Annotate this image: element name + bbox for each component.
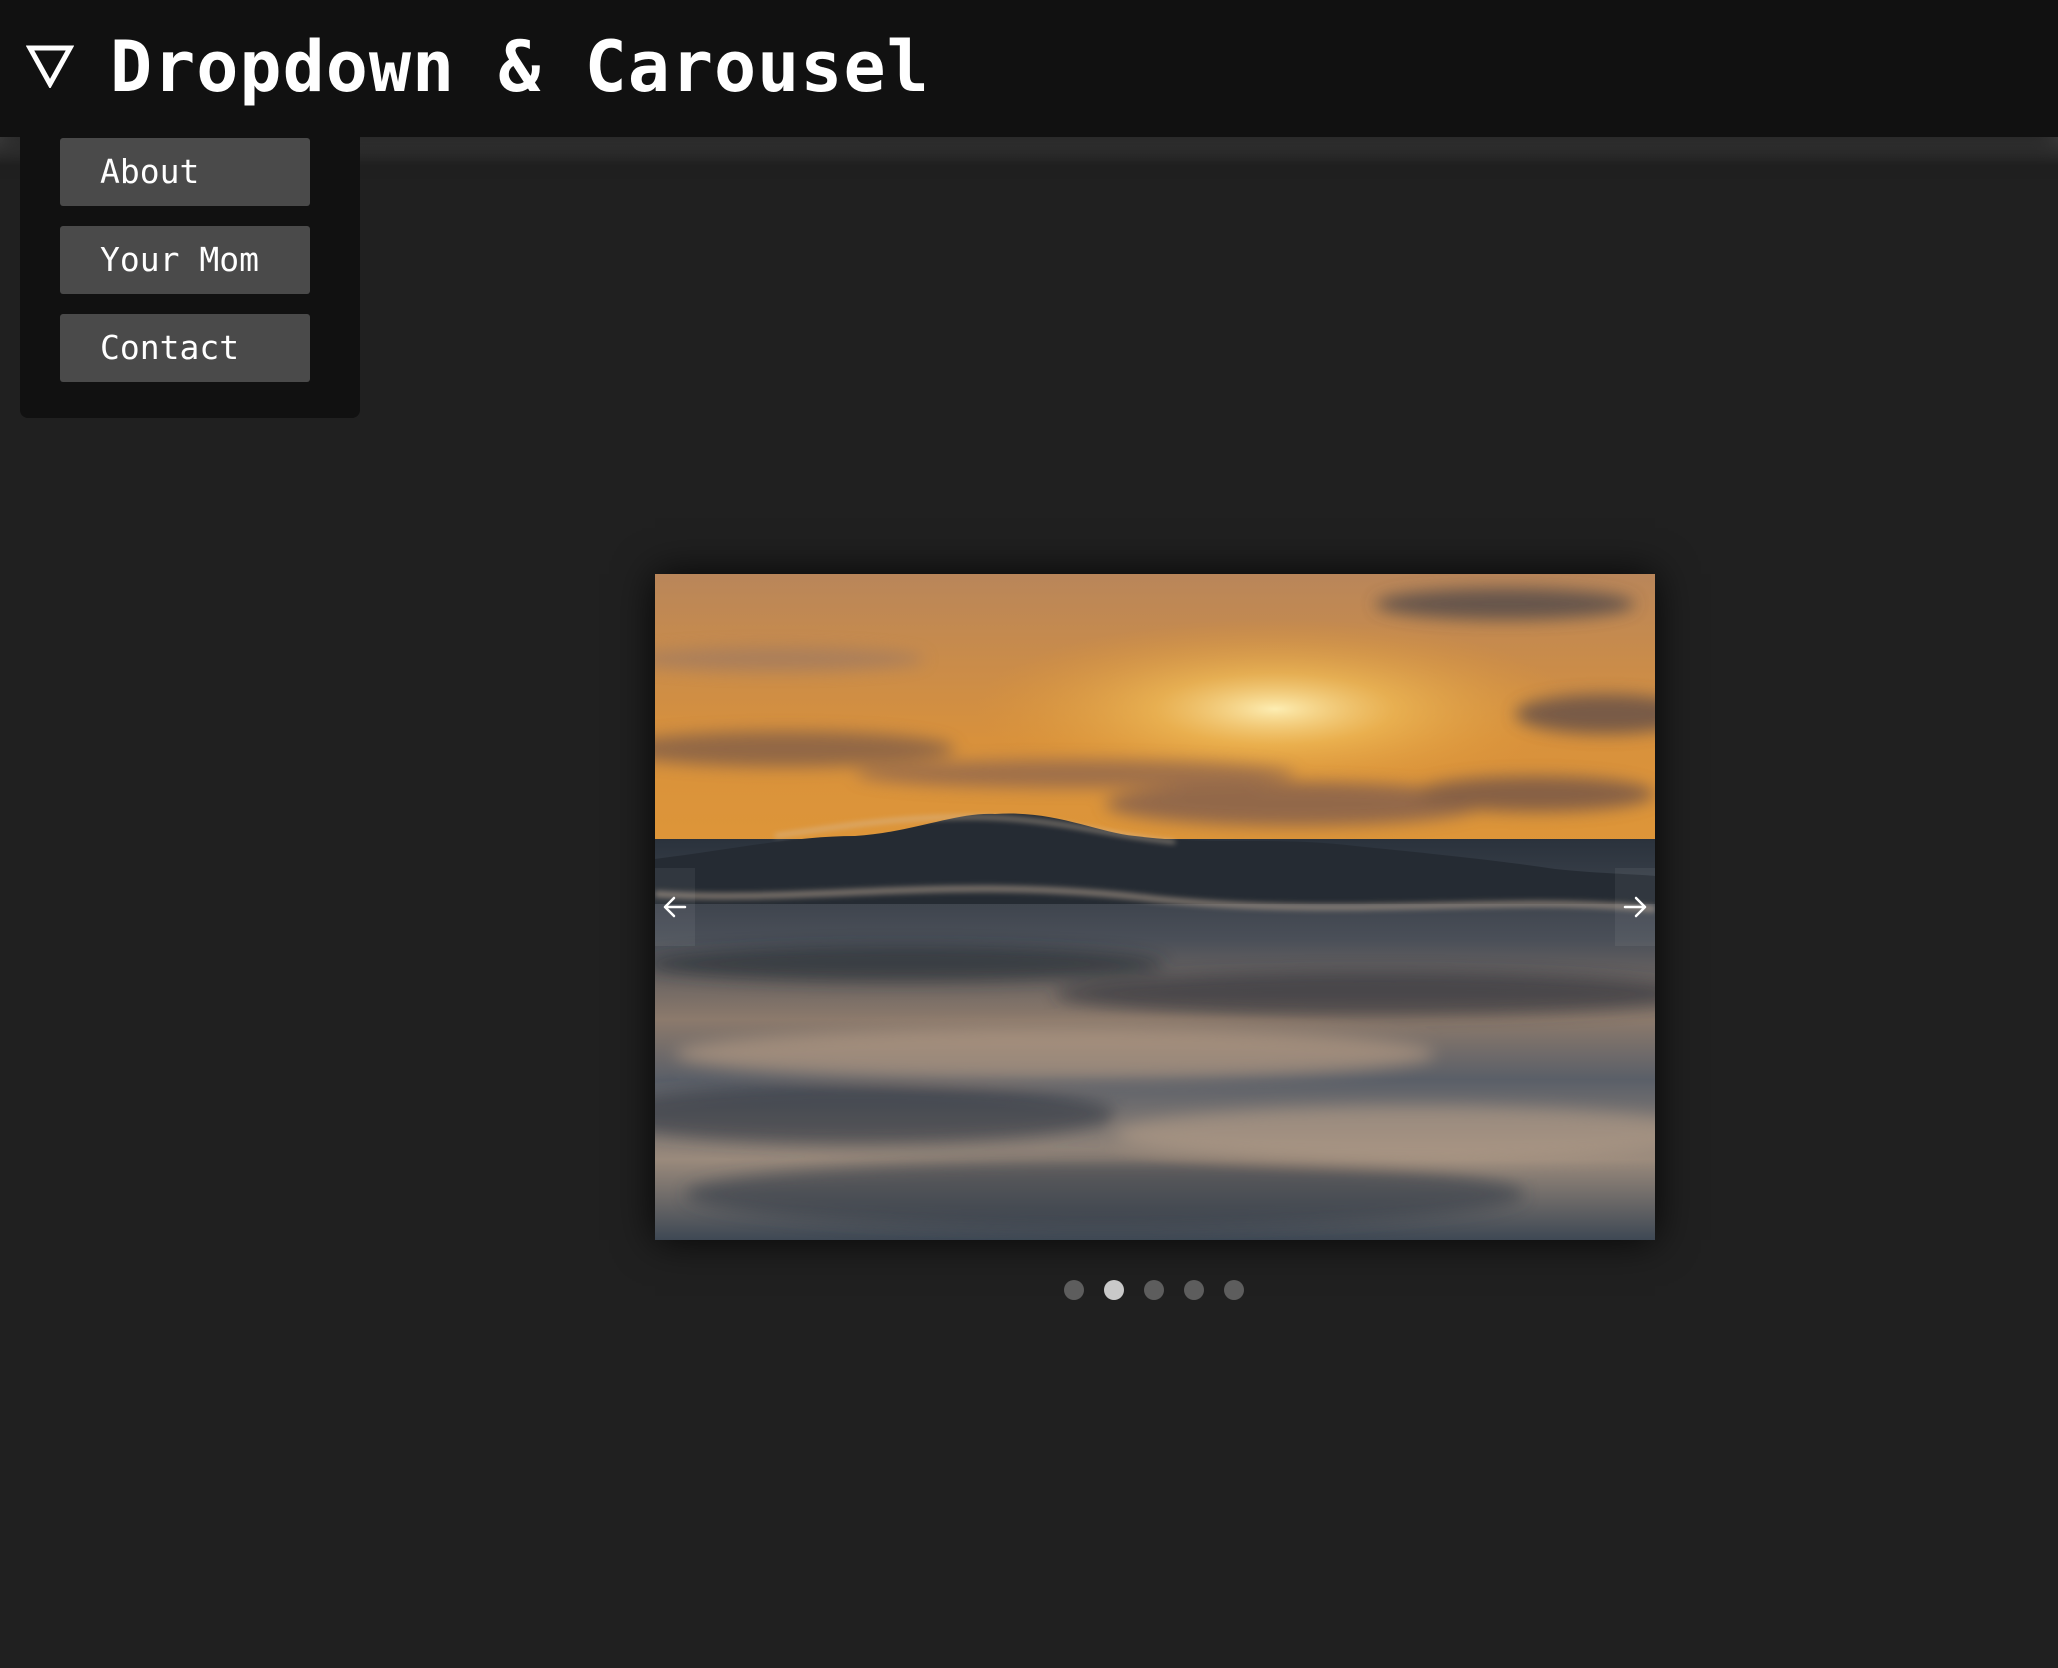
carousel-dot[interactable] bbox=[1064, 1280, 1084, 1300]
image-carousel bbox=[655, 574, 1655, 1240]
dropdown-menu: About Your Mom Contact bbox=[20, 120, 360, 418]
arrow-left-icon bbox=[663, 896, 687, 918]
carousel-dot[interactable] bbox=[1144, 1280, 1164, 1300]
carousel-dot[interactable] bbox=[1104, 1280, 1124, 1300]
carousel-slide-image bbox=[655, 574, 1655, 1240]
carousel-dot[interactable] bbox=[1184, 1280, 1204, 1300]
page-title: Dropdown & Carousel bbox=[110, 26, 930, 108]
top-bar: Dropdown & Carousel bbox=[0, 0, 2058, 137]
carousel-next-button[interactable] bbox=[1615, 868, 1655, 946]
arrow-right-icon bbox=[1623, 896, 1647, 918]
carousel-prev-button[interactable] bbox=[655, 868, 695, 946]
menu-item-contact[interactable]: Contact bbox=[60, 314, 310, 382]
carousel-dot[interactable] bbox=[1224, 1280, 1244, 1300]
carousel-indicators bbox=[1064, 1280, 1264, 1300]
menu-item-about[interactable]: About bbox=[60, 138, 310, 206]
menu-item-your-mom[interactable]: Your Mom bbox=[60, 226, 310, 294]
triangle-down-outline-icon[interactable] bbox=[26, 44, 74, 88]
